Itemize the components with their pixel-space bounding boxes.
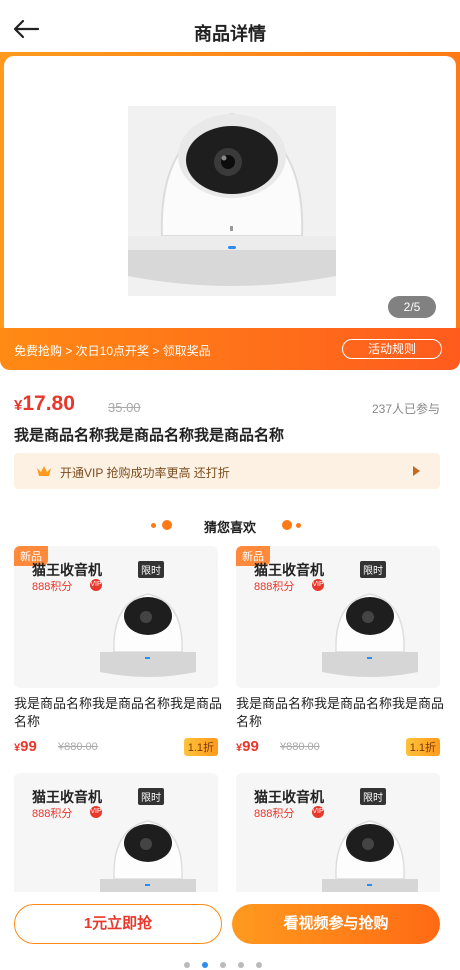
product-card[interactable]: 新品 猫王收音机 限时 888积分 VIP xyxy=(14,546,218,688)
decor-dot xyxy=(296,523,301,528)
carousel-slide: 2/5 xyxy=(4,56,456,336)
card-brand: 猫王收音机 xyxy=(254,789,324,805)
page-dot xyxy=(220,962,226,968)
page-dot-active xyxy=(202,962,208,968)
camera-thumbnail-icon xyxy=(322,593,418,677)
product-camera-image xyxy=(128,106,336,296)
page-dot xyxy=(184,962,190,968)
card-brand: 猫王收音机 xyxy=(32,789,102,805)
product-card-info: 我是商品名称我是商品名称我是商品名称 ¥99 ¥880.00 1.1折 xyxy=(14,695,226,757)
original-price: 35.00 xyxy=(108,400,141,415)
product-name: 我是商品名称我是商品名称我是商品名称 xyxy=(14,427,285,444)
card-image-area: 新品 猫王收音机 限时 888积分 VIP xyxy=(14,546,218,686)
crown-icon xyxy=(37,466,51,476)
card-price-value: 99 xyxy=(20,738,37,755)
card-image-area: 新品 猫王收音机 限时 888积分 VIP xyxy=(236,546,440,686)
page-dot xyxy=(256,962,262,968)
recommend-section-title: 猜您喜欢 xyxy=(203,520,256,535)
promo-strip: 免费抢购 > 次日10点开奖 > 领取奖品 活动规则 xyxy=(0,328,460,370)
card-original-price: ¥880.00 xyxy=(280,741,320,753)
buy-one-yuan-button[interactable]: 1元立即抢 xyxy=(14,904,222,944)
camera-thumbnail-icon xyxy=(100,593,196,677)
current-price: ¥17.80 xyxy=(14,392,75,416)
watch-video-button[interactable]: 看视频参与抢购 xyxy=(232,904,440,944)
product-image-carousel[interactable]: 2/5 xyxy=(0,52,460,340)
card-brand: 猫王收音机 xyxy=(32,562,102,578)
participants-count: 237人已参与 xyxy=(371,402,440,416)
image-pager-indicator: 2/5 xyxy=(388,296,436,318)
bottom-action-bar: 1元立即抢 看视频参与抢购 xyxy=(0,892,460,970)
product-card[interactable]: 新品 猫王收音机 限时 888积分 VIP xyxy=(236,546,440,688)
vip-promo-text: 开通VIP 抢购成功率更高 还打折 xyxy=(60,466,230,480)
decor-dot xyxy=(282,520,292,530)
page-title: 商品详情 xyxy=(194,24,266,44)
vip-upgrade-bar[interactable]: 开通VIP 抢购成功率更高 还打折 xyxy=(14,453,440,489)
top-nav-bar: 商品详情 xyxy=(0,0,460,56)
card-points: 888积分 xyxy=(254,581,295,593)
discount-badge: 1.1折 xyxy=(183,738,218,756)
limited-badge: 限时 xyxy=(360,788,386,805)
card-points: 888积分 xyxy=(254,808,295,820)
limited-badge: 限时 xyxy=(360,561,386,578)
card-price-row: ¥99 ¥880.00 1.1折 xyxy=(14,735,226,757)
card-price: ¥99 xyxy=(236,738,259,756)
card-brand: 猫王收音机 xyxy=(254,562,324,578)
promo-steps-text: 免费抢购 > 次日10点开奖 > 领取奖品 xyxy=(14,344,211,358)
card-points: 888积分 xyxy=(32,581,73,593)
page-dot xyxy=(238,962,244,968)
card-price-value: 99 xyxy=(242,738,259,755)
activity-rules-button[interactable]: 活动规则 xyxy=(342,339,442,359)
price-value: 17.80 xyxy=(22,392,75,415)
card-price-row: ¥99 ¥880.00 1.1折 xyxy=(236,735,448,757)
card-product-name[interactable]: 我是商品名称我是商品名称我是商品名称 xyxy=(236,695,448,731)
play-arrow-icon xyxy=(413,466,420,476)
price-row: ¥17.80 35.00 237人已参与 xyxy=(14,392,446,422)
discount-badge: 1.1折 xyxy=(405,738,440,756)
product-card-info: 我是商品名称我是商品名称我是商品名称 ¥99 ¥880.00 1.1折 xyxy=(236,695,448,757)
limited-badge: 限时 xyxy=(138,561,164,578)
card-price: ¥99 xyxy=(14,738,37,756)
card-product-name[interactable]: 我是商品名称我是商品名称我是商品名称 xyxy=(14,695,226,731)
card-points: 888积分 xyxy=(32,808,73,820)
limited-badge: 限时 xyxy=(138,788,164,805)
card-original-price: ¥880.00 xyxy=(58,741,98,753)
